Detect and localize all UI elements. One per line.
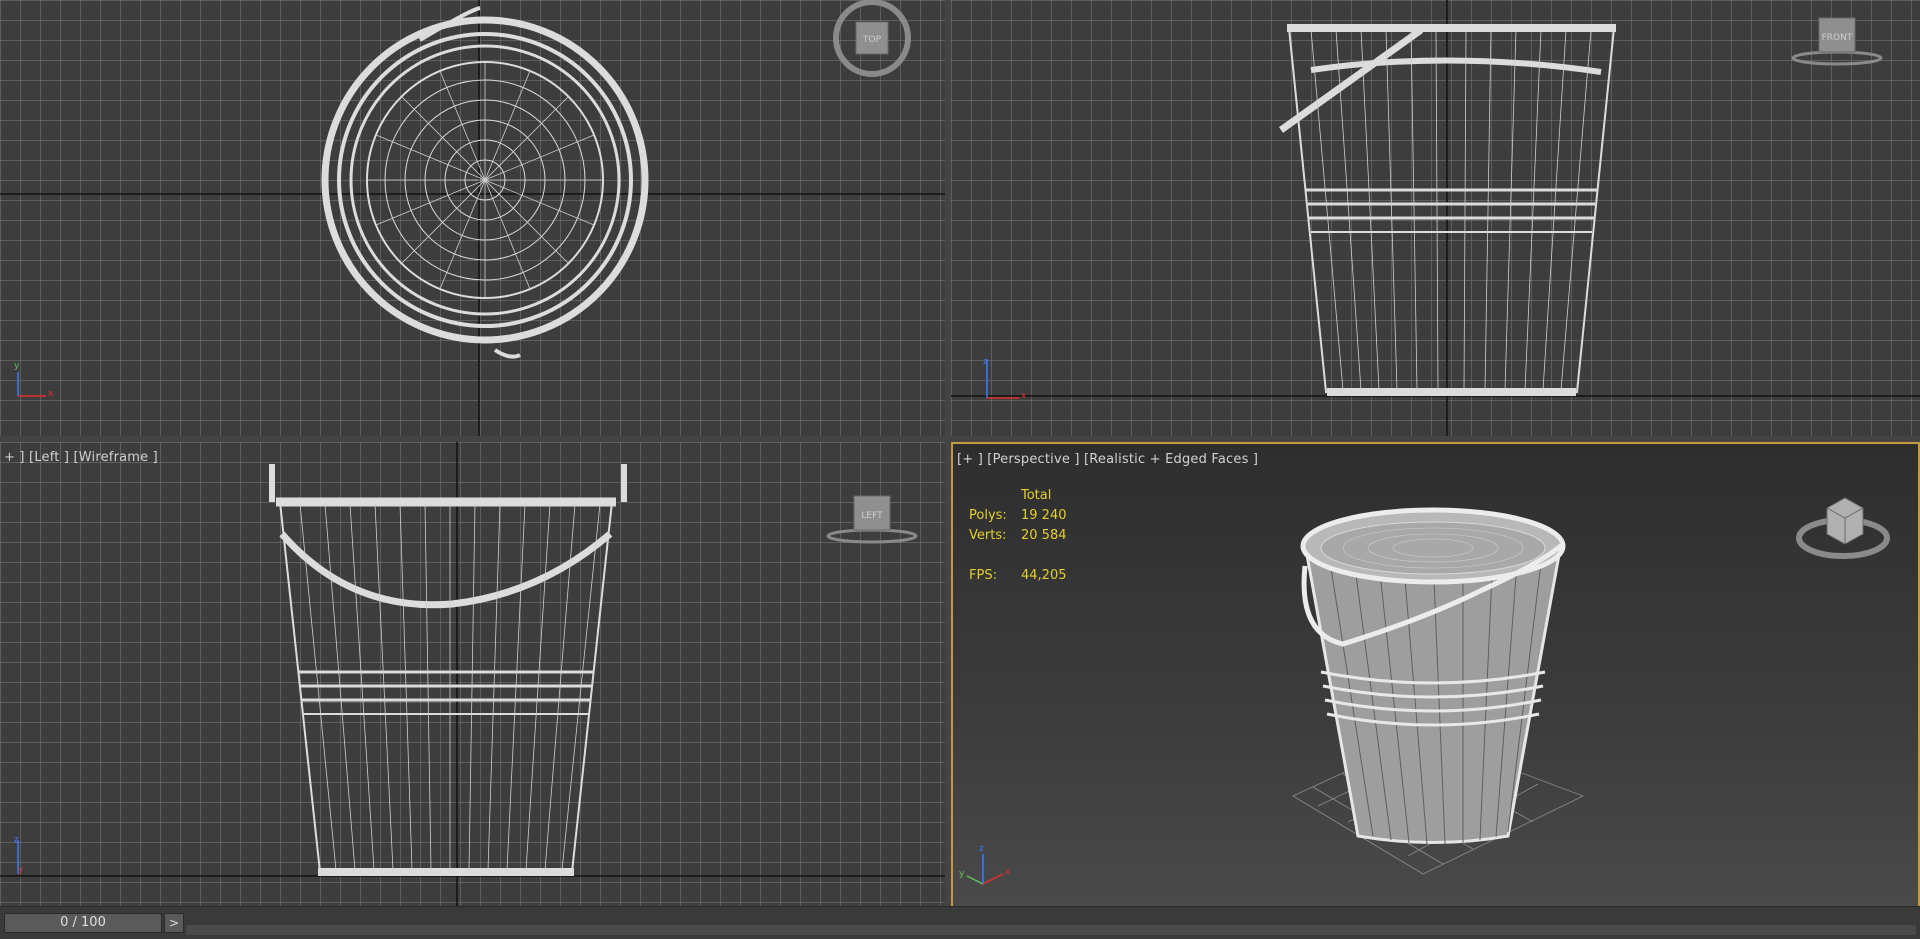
left-viewport-label[interactable]: + ] [Left ] [Wireframe ] [4,450,158,465]
timeline-track[interactable] [186,925,1916,935]
left-viewport[interactable]: z y + ] [Left ] [Wireframe ] LEFT [0,442,945,906]
perspective-viewport-label[interactable]: [+ ] [Perspective ] [Realistic + Edged F… [957,452,1258,467]
time-slider-bar: 0 / 100 > [0,906,1920,939]
svg-text:x: x [48,389,54,399]
front-viewcube-label: FRONT [1822,33,1853,43]
left-viewcube[interactable]: LEFT [822,492,922,552]
svg-text:x: x [1021,391,1027,401]
top-view-wireframe: y x [0,0,945,436]
front-viewcube[interactable]: FRONT [1787,10,1887,70]
svg-text:z: z [14,835,19,845]
time-slider[interactable]: 0 / 100 [4,913,162,933]
svg-text:y: y [959,869,965,879]
top-viewcube-label: TOP [862,35,882,45]
top-viewcube[interactable]: TOP [830,0,914,84]
left-viewcube-label: LEFT [861,511,883,521]
perspective-bucket-render: z x y [959,507,1585,885]
top-viewport[interactable]: y x TOP [0,0,945,436]
perspective-viewport[interactable]: z x y [+ ] [Perspective ] [Realistic + E… [951,442,1920,912]
svg-text:z: z [983,357,988,367]
perspective-viewcube[interactable] [1793,484,1893,564]
stats-header: Total [1021,488,1052,503]
front-viewport[interactable]: z x FRONT [951,0,1920,436]
front-view-wireframe: z x [951,0,1920,436]
svg-text:z: z [979,844,984,854]
svg-text:y: y [14,361,20,371]
viewport-statistics: Total Polys: 19 240 Verts: 20 584 FPS: 4… [969,486,1067,586]
svg-text:x: x [1005,867,1011,877]
polys-value: 19 240 [1021,508,1067,523]
svg-text:y: y [18,865,24,875]
verts-label: Verts: [969,528,1007,543]
fps-label: FPS: [969,568,997,583]
next-frame-button[interactable]: > [164,913,184,933]
polys-label: Polys: [969,508,1007,523]
verts-value: 20 584 [1021,528,1067,543]
fps-value: 44,205 [1021,568,1067,583]
left-view-wireframe: z y [0,442,945,906]
